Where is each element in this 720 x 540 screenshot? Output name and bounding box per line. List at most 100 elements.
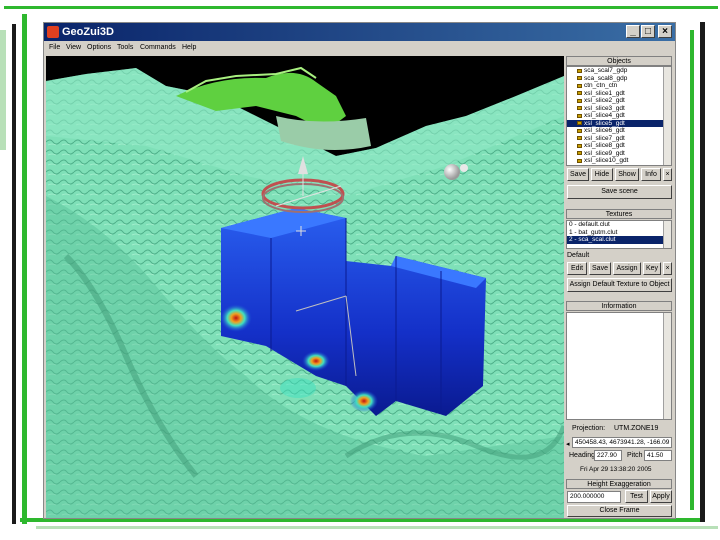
list-item-label: sca_scal8_gdp [584,74,628,82]
list-item[interactable]: sca_scal8_gdp [567,75,671,83]
height-exaggeration-title: Height Exaggeration [566,479,672,489]
pitch-label: Pitch [627,452,643,459]
objects-save-button[interactable]: Save [567,168,589,181]
list-item[interactable]: xsl_slice2_gdt [567,97,671,105]
menu-view[interactable]: View [66,41,81,55]
object-icon [577,128,582,133]
test-button[interactable]: Test [625,490,648,503]
objects-show-button[interactable]: Show [615,168,639,181]
close-button[interactable]: × [658,25,672,38]
object-icon [577,76,582,80]
textures-list[interactable]: 0 - default.clut 1 - bat_gutm.clut 2 - sca… [566,220,672,249]
information-box [566,312,672,420]
texture-save-button[interactable]: Save [589,262,611,275]
save-scene-button[interactable]: Save scene [567,185,672,199]
list-item-label: xsl_slice9_gdt [584,149,625,157]
heading-field[interactable]: 227.90 [594,450,622,461]
coords-arrow-icon: ◂ [566,441,570,448]
projection-label: Projection: [572,425,606,432]
list-item[interactable]: xsl_slice6_gdt [567,127,671,135]
menu-commands[interactable]: Commands [140,41,176,55]
scene-render [46,66,564,518]
list-item-label: xsl_slice6_gdt [584,127,625,134]
slide-decoration [4,6,718,9]
list-item[interactable]: sca_scal7_gdp [567,67,671,75]
list-item-label: xsl_slice2_gdt [584,97,625,104]
list-item[interactable]: xsl_slice8_gdt [567,142,671,150]
minimize-button[interactable]: _ [626,25,640,38]
object-icon [577,68,582,73]
texture-close-button[interactable]: × [663,262,672,275]
control-panel: Objects sca_scal7_gdp sca_scal8_gdp ctn_ct… [566,56,674,518]
slide-decoration [36,526,718,529]
heading-label: Heading [569,452,596,459]
list-item[interactable]: ctn_ctn_ctn [567,82,671,90]
light-sphere [444,164,460,180]
close-frame-button[interactable]: Close Frame [567,505,672,517]
apply-button[interactable]: Apply [650,490,672,503]
texture-edit-button[interactable]: Edit [567,262,587,275]
timestamp: Fri Apr 29 13:38:20 2005 [580,466,652,473]
texture-key-button[interactable]: Key [643,262,661,275]
objects-list[interactable]: sca_scal7_gdp sca_scal8_gdp ctn_ctn_ctn xsl… [566,66,672,166]
object-icon [577,158,582,163]
coordinates-field[interactable]: 450458.43, 4673941.28, -166.09 [572,437,672,448]
information-scrollbar[interactable] [663,313,671,419]
texture-assign-button[interactable]: Assign [613,262,641,275]
list-item-label: 0 - default.clut [569,221,610,228]
pitch-field[interactable]: 41.50 [644,450,672,461]
slide-decoration [0,30,6,150]
object-icon [577,98,582,103]
list-item-label: xsl_slice1_gdt [584,89,625,97]
objects-title: Objects [566,56,672,66]
maximize-button[interactable]: □ [641,25,655,38]
list-item[interactable]: xsl_slice1_gdt [567,90,671,98]
app-icon [47,26,59,38]
list-item[interactable]: xsl_slice3_gdt [567,105,671,113]
title-bar: GeoZui3D _ □ × [44,23,675,41]
list-item-label: xsl_slice4_gdt [584,112,625,119]
list-item-label: xsl_slice10_gdt [584,157,629,164]
default-label: Default [567,252,590,259]
app-window: GeoZui3D _ □ × File View Options Tools C… [43,22,676,519]
object-icon [577,83,582,88]
textures-scrollbar[interactable] [663,221,671,248]
object-icon [577,136,582,140]
list-item[interactable]: 0 - default.clut [567,221,671,229]
list-item[interactable]: xsl_slice7_gdt [567,135,671,143]
list-item[interactable]: xsl_slice10_gdt [567,157,671,165]
list-item-label: 2 - sca_scal.clut [569,236,616,243]
list-item-label: sca_scal7_gdp [584,67,628,74]
objects-close-button[interactable]: × [663,168,672,181]
height-exaggeration-field[interactable]: 200.000000 [567,491,621,503]
objects-scrollbar[interactable] [663,67,671,165]
light-sphere [460,164,468,172]
object-icon [577,113,582,118]
window-title: GeoZui3D [62,26,114,38]
textures-title: Textures [566,209,672,219]
list-item[interactable]: 1 - bat_gutm.clut [567,229,671,237]
objects-hide-button[interactable]: Hide [591,168,613,181]
3d-viewport[interactable] [46,56,564,518]
list-item[interactable]: xsl_slice5_gdt [567,119,671,127]
list-item[interactable]: xsl_slice9_gdt [567,150,671,158]
slide-decoration [700,22,705,522]
object-icon [577,151,582,155]
assign-default-texture-button[interactable]: Assign Default Texture to Object [567,278,672,292]
menu-options[interactable]: Options [87,41,111,55]
slide-decoration [22,14,27,524]
list-item[interactable]: xsl_slice4_gdt [567,112,671,120]
list-item-label: ctn_ctn_ctn [584,82,618,89]
object-icon [577,91,582,95]
menu-help[interactable]: Help [182,41,196,55]
menu-tools[interactable]: Tools [117,41,133,55]
menu-file[interactable]: File [49,41,60,55]
objects-info-button[interactable]: Info [641,168,661,181]
information-title: Information [566,301,672,311]
list-item-label: xsl_slice5_gdt [584,119,625,127]
list-item-label: xsl_slice3_gdt [584,104,625,112]
menu-bar: File View Options Tools Commands Help [44,41,675,55]
object-icon [577,121,582,125]
slide-decoration [690,30,694,510]
list-item[interactable]: 2 - sca_scal.clut [567,236,671,244]
